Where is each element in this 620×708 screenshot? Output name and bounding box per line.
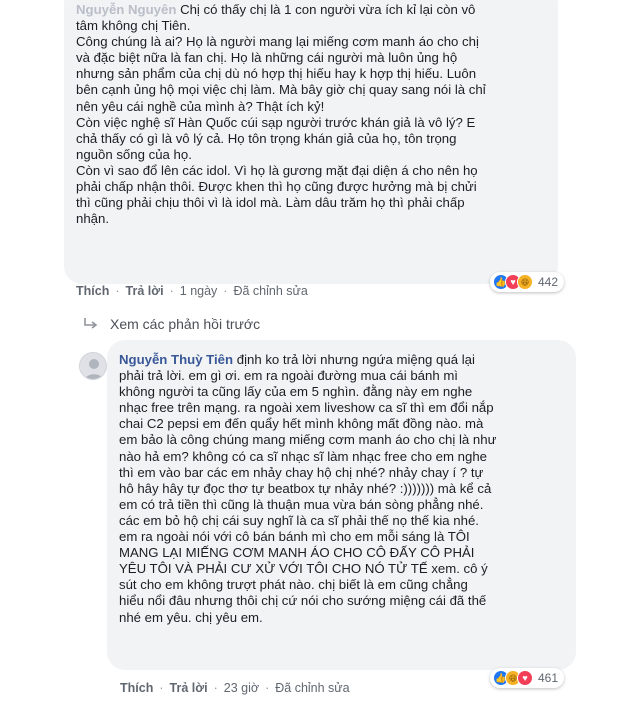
- reply-link[interactable]: Trả lời: [126, 284, 164, 298]
- haha-icon: 😆: [517, 274, 533, 290]
- like-link[interactable]: Thích: [76, 284, 109, 298]
- view-previous-label: Xem các phản hồi trước: [110, 316, 261, 332]
- comment-body: Chị có thấy chị là 1 con người vừa ích k…: [76, 2, 486, 227]
- love-icon: ♥: [517, 670, 533, 686]
- reply-link[interactable]: Trả lời: [170, 681, 208, 695]
- comment-bubble: Nguyễn Nguyên Chị có thấy chị là 1 con n…: [64, 0, 558, 284]
- separator: ·: [169, 284, 174, 298]
- separator: ·: [115, 284, 120, 298]
- edited-label[interactable]: Đã chỉnh sửa: [233, 284, 307, 298]
- separator: ·: [223, 284, 228, 298]
- edited-label[interactable]: Đã chỉnh sửa: [275, 681, 349, 695]
- reaction-count: 461: [538, 671, 559, 685]
- comment-author[interactable]: Nguyễn Thuỳ Tiên: [119, 352, 233, 367]
- separator: ·: [265, 681, 270, 695]
- reply-arrow-icon: [84, 318, 98, 329]
- comment-actions: Thích · Trả lời · 23 giờ · Đã chỉnh sửa: [120, 681, 350, 695]
- comment-author[interactable]: Nguyễn Nguyên: [76, 2, 176, 17]
- like-link[interactable]: Thích: [120, 681, 153, 695]
- comment-actions: Thích · Trả lời · 1 ngày · Đã chỉnh sửa: [76, 284, 308, 298]
- comment-text: Nguyễn Thuỳ Tiên định ko trả lời nhưng n…: [119, 352, 564, 626]
- reaction-count: 442: [538, 275, 559, 289]
- avatar[interactable]: [79, 352, 107, 380]
- separator: ·: [159, 681, 164, 695]
- timestamp[interactable]: 23 giờ: [224, 681, 259, 695]
- user-avatar-icon: [80, 353, 106, 379]
- reaction-summary[interactable]: 👍 ♥ 😆 442: [490, 272, 565, 292]
- comment-text: Nguyễn Nguyên Chị có thấy chị là 1 con n…: [76, 2, 546, 227]
- comment-bubble: Nguyễn Thuỳ Tiên định ko trả lời nhưng n…: [107, 340, 576, 670]
- separator: ·: [213, 681, 218, 695]
- reaction-summary[interactable]: 👍 😆 ♥ 461: [490, 668, 565, 688]
- comment-body: định ko trả lời nhưng ngứa miệng quá lại…: [119, 352, 497, 625]
- timestamp[interactable]: 1 ngày: [180, 284, 218, 298]
- view-previous-replies[interactable]: Xem các phản hồi trước: [80, 316, 260, 332]
